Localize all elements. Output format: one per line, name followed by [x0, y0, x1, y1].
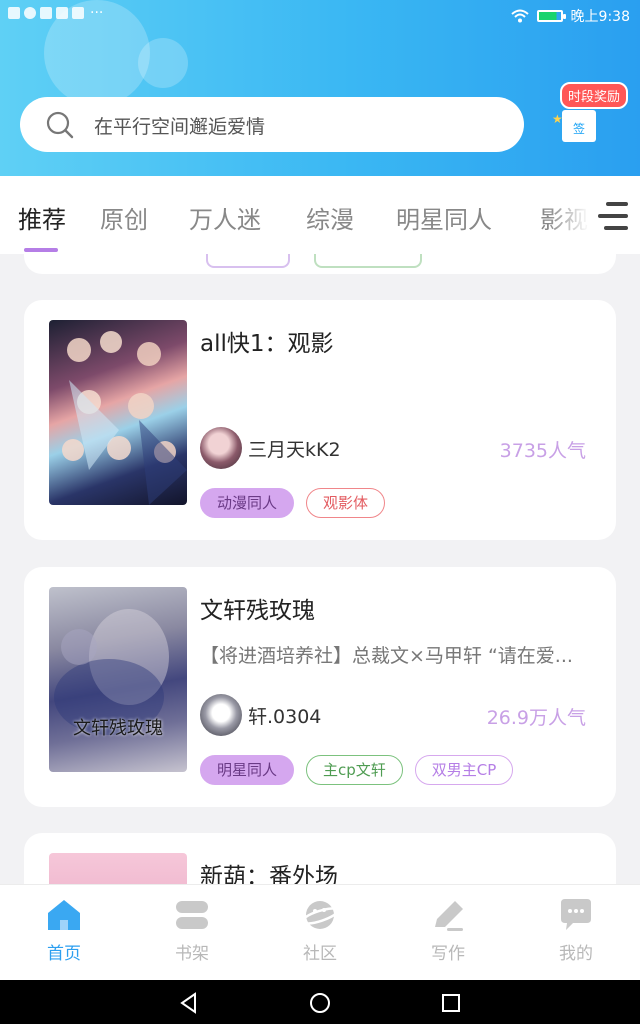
- active-tab-indicator: [24, 248, 58, 252]
- tag: [206, 254, 290, 268]
- search-bar[interactable]: 在平行空间邂逅爱情: [20, 97, 524, 152]
- header: ··· 晚上9:38 在平行空间邂逅爱情 ★ 签 时段奖励: [0, 0, 640, 176]
- search-input[interactable]: 在平行空间邂逅爱情: [94, 112, 265, 139]
- decorative-bubble: [138, 38, 188, 88]
- notification-app-icon: [8, 7, 20, 19]
- nav-home[interactable]: 首页: [24, 897, 104, 964]
- notification-app-icon: [72, 7, 84, 19]
- home-circle-icon[interactable]: [309, 992, 331, 1014]
- nav-label: 书架: [175, 944, 209, 964]
- recent-apps-icon[interactable]: [440, 992, 462, 1014]
- notification-icons: ···: [8, 5, 104, 21]
- book-cover-image[interactable]: 文轩残玫瑰: [49, 587, 187, 772]
- tag[interactable]: 主cp文轩: [306, 755, 403, 785]
- tab-recommend[interactable]: 推荐: [18, 200, 66, 235]
- book-feed: all快1：观影 三月天kK2 3735人气 动漫同人 观影体 文轩残玫瑰 文轩…: [0, 254, 640, 884]
- back-icon[interactable]: [178, 992, 200, 1014]
- nav-profile[interactable]: 我的: [536, 897, 616, 964]
- screen: { "status_bar": { "time": "晚上9:38", "ove…: [0, 0, 640, 1024]
- cloud-icon: [24, 7, 36, 19]
- tab-comic[interactable]: 综漫: [306, 200, 354, 235]
- profile-chat-icon: [561, 899, 591, 930]
- author[interactable]: 三月天kK2: [200, 426, 341, 470]
- popularity-count: 3735人气: [499, 440, 586, 462]
- system-navigation-bar: [0, 980, 640, 1024]
- tag[interactable]: 动漫同人: [200, 488, 295, 518]
- tag[interactable]: 明星同人: [200, 755, 295, 785]
- clock: 晚上9:38: [570, 9, 630, 25]
- more-notifications: ···: [90, 5, 104, 21]
- status-bar: ··· 晚上9:38: [0, 0, 640, 32]
- tag-list: 动漫同人 观影体: [200, 488, 386, 518]
- tag[interactable]: 双男主CP: [414, 755, 514, 785]
- popularity-count: 26.9万人气: [486, 707, 586, 729]
- write-pen-icon: [435, 901, 463, 931]
- notification-app-icon: [56, 7, 68, 19]
- previous-book-card[interactable]: [24, 254, 616, 274]
- search-icon: [46, 111, 74, 139]
- tag-list: 明星同人 主cp文轩 双男主CP: [200, 755, 514, 785]
- community-planet-icon: [301, 901, 339, 929]
- cover-art: [54, 609, 169, 735]
- tag: [314, 254, 422, 268]
- author-name[interactable]: 三月天kK2: [248, 435, 341, 462]
- book-card[interactable]: 文轩残玫瑰 文轩残玫瑰 【将进酒培养社】总裁文×马甲轩 “请在爱... 轩.03…: [24, 567, 616, 807]
- cover-title-text: 文轩残玫瑰: [73, 718, 163, 739]
- reward-badge: 时段奖励: [560, 82, 629, 109]
- tab-original[interactable]: 原创: [100, 200, 148, 235]
- book-cover-image[interactable]: [49, 320, 187, 505]
- nav-label: 我的: [559, 944, 593, 964]
- wifi-icon: [510, 9, 529, 23]
- home-icon: [48, 900, 80, 930]
- author[interactable]: 轩.0304: [200, 693, 321, 737]
- author-avatar[interactable]: [200, 694, 242, 736]
- notification-app-icon: [40, 7, 52, 19]
- gift-label: 签: [572, 122, 585, 136]
- book-title[interactable]: 文轩残玫瑰: [200, 591, 315, 625]
- nav-community[interactable]: 社区: [280, 897, 360, 964]
- book-title[interactable]: all快1：观影: [200, 324, 334, 358]
- tab-celebrity[interactable]: 明星同人: [396, 200, 492, 235]
- book-cover-image[interactable]: [49, 853, 187, 884]
- author-name[interactable]: 轩.0304: [248, 702, 321, 729]
- tag[interactable]: 观影体: [306, 488, 386, 518]
- book-summary[interactable]: 【将进酒培养社】总裁文×马甲轩 “请在爱...: [200, 641, 596, 668]
- cover-art: [62, 331, 187, 505]
- nav-write[interactable]: 写作: [408, 897, 488, 964]
- category-menu-icon[interactable]: [594, 200, 630, 232]
- book-card[interactable]: all快1：观影 三月天kK2 3735人气 动漫同人 观影体: [24, 300, 616, 540]
- nav-label: 首页: [47, 944, 81, 964]
- battery-icon: [536, 10, 566, 22]
- nav-label: 社区: [303, 944, 337, 964]
- nav-bookshelf[interactable]: 书架: [152, 897, 232, 964]
- bottom-navigation: 首页 书架 社区 写作 我的: [0, 884, 640, 980]
- book-card[interactable]: 新葫：番外场: [24, 833, 616, 884]
- book-title[interactable]: 新葫：番外场: [200, 857, 338, 884]
- timed-reward-button[interactable]: ★ 签 时段奖励: [552, 82, 632, 152]
- category-tabs: 推荐 原创 万人迷 综漫 明星同人 影视: [0, 176, 640, 254]
- author-avatar[interactable]: [200, 427, 242, 469]
- bookshelf-icon: [176, 901, 208, 929]
- gift-checkin-icon: 签: [562, 110, 596, 142]
- tab-wanrenmi[interactable]: 万人迷: [189, 200, 261, 235]
- nav-label: 写作: [431, 944, 465, 964]
